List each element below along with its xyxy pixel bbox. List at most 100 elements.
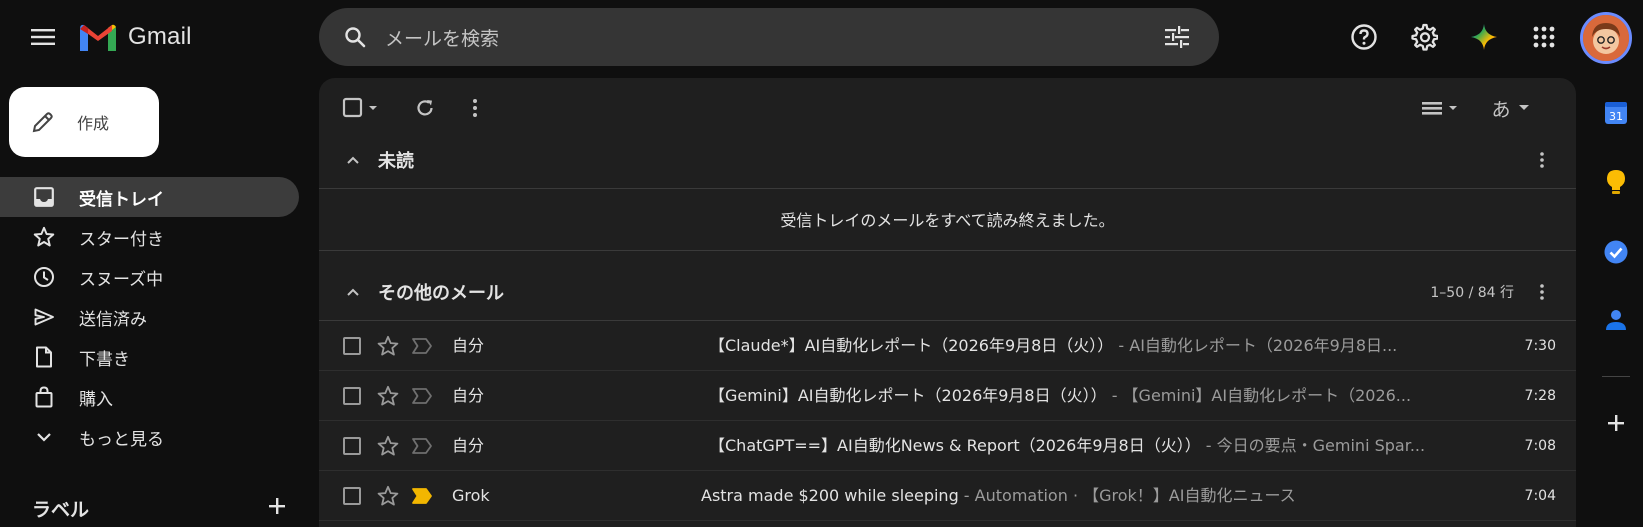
- email-time: 7:30: [1524, 338, 1556, 354]
- email-row[interactable]: 自分 【ChatGPT==】AI自動化News & Report（2026年9月…: [319, 421, 1576, 471]
- email-content: 【Claude*】AI自動化レポート（2026年9月8日（火）） - AI自動化…: [709, 321, 1439, 371]
- sidebar-item-purchases[interactable]: 購入: [0, 377, 300, 417]
- email-snippet: - 今日の要点・Gemini Spar...: [1200, 436, 1426, 455]
- chevron-up-icon[interactable]: [341, 148, 365, 172]
- main-menu-icon[interactable]: [26, 22, 60, 52]
- sidebar-item-label: 購入: [79, 389, 113, 410]
- sidebar-item-label: もっと見る: [79, 429, 164, 450]
- email-subject: 【Claude*】AI自動化レポート（2026年9月8日（火））: [709, 336, 1114, 355]
- email-content: Astra made $200 while sleeping - Automat…: [701, 471, 1431, 521]
- side-panel: 31: [1588, 78, 1643, 527]
- sidebar-item-snoozed[interactable]: スヌーズ中: [0, 257, 300, 297]
- email-sender: Grok: [452, 486, 490, 505]
- star-icon[interactable]: [376, 484, 400, 508]
- email-time: 7:04: [1524, 488, 1556, 504]
- email-time: 7:28: [1524, 388, 1556, 404]
- email-subject: Astra made $200 while sleeping: [701, 486, 959, 505]
- account-avatar[interactable]: [1580, 12, 1632, 64]
- importance-marker-icon[interactable]: [410, 435, 434, 457]
- pagination-count: 1–50 / 84 行: [1430, 285, 1514, 301]
- importance-marker-icon[interactable]: [410, 335, 434, 357]
- labels-heading: ラベル: [32, 499, 90, 521]
- refresh-icon[interactable]: [413, 96, 437, 120]
- chevron-up-icon[interactable]: [341, 280, 365, 304]
- row-checkbox[interactable]: [343, 337, 361, 355]
- email-row[interactable]: 自分 【Claude*】AI自動化レポート（2026年9月8日（火）） - AI…: [319, 321, 1576, 371]
- sidebar-item-more[interactable]: もっと見る: [0, 417, 300, 457]
- email-snippet: - 【Gemini】AI自動化レポート（2026...: [1106, 386, 1412, 405]
- keep-bulb-icon[interactable]: [1602, 168, 1630, 196]
- search-icon[interactable]: [341, 23, 369, 51]
- importance-marker-icon[interactable]: [410, 485, 434, 507]
- sidebar-item-label: 受信トレイ: [79, 189, 164, 210]
- draft-icon: [32, 345, 56, 369]
- search-bar[interactable]: メールを検索: [319, 8, 1219, 66]
- email-row[interactable]: Grok Astra made $200 while sleeping - Au…: [319, 471, 1576, 521]
- star-icon[interactable]: [376, 334, 400, 358]
- email-sender: 自分: [452, 336, 485, 355]
- row-checkbox[interactable]: [343, 487, 361, 505]
- sidebar-item-starred[interactable]: スター付き: [0, 217, 300, 257]
- sidebar-item-label: スヌーズ中: [79, 269, 164, 290]
- email-subject: 【ChatGPT==】AI自動化News & Report（2026年9月8日（…: [709, 436, 1201, 455]
- clock-icon: [32, 265, 56, 289]
- side-panel-divider: [1602, 376, 1630, 377]
- mail-toolbar: あ: [319, 78, 1576, 138]
- email-sender: 自分: [452, 436, 485, 455]
- search-input[interactable]: メールを検索: [385, 24, 1163, 51]
- email-sender: 自分: [452, 386, 485, 405]
- shopping-bag-icon: [32, 385, 56, 409]
- email-content: 【Gemini】AI自動化レポート（2026年9月8日（火）） - 【Gemin…: [709, 371, 1439, 421]
- star-icon[interactable]: [376, 434, 400, 458]
- gemini-sparkle-icon[interactable]: [1469, 22, 1499, 52]
- mail-list-panel: あ 未読 受信トレイのメールをすべて読み終えました。 その他のメール 1–50 …: [319, 78, 1576, 527]
- compose-label: 作成: [77, 114, 110, 133]
- sidebar-item-label: 下書き: [79, 349, 130, 370]
- app-name: Gmail: [128, 23, 192, 50]
- email-snippet: - Automation · 【Grok！】AI自動化ニュース: [958, 486, 1296, 505]
- row-checkbox[interactable]: [343, 387, 361, 405]
- send-icon: [32, 305, 56, 329]
- svg-text:31: 31: [1609, 110, 1623, 123]
- email-list: 自分 【Claude*】AI自動化レポート（2026年9月8日（火）） - AI…: [319, 321, 1576, 521]
- apps-grid-icon[interactable]: [1529, 22, 1559, 52]
- email-row[interactable]: 自分 【Gemini】AI自動化レポート（2026年9月8日（火）） - 【Ge…: [319, 371, 1576, 421]
- add-addon-icon[interactable]: [1602, 409, 1630, 437]
- top-bar: Gmail メールを検索: [0, 0, 1643, 74]
- contacts-icon[interactable]: [1602, 306, 1630, 334]
- more-options-icon[interactable]: [465, 96, 485, 120]
- email-content: 【ChatGPT==】AI自動化News & Report（2026年9月8日（…: [709, 421, 1439, 471]
- sidebar-item-sent[interactable]: 送信済み: [0, 297, 300, 337]
- sidebar-item-drafts[interactable]: 下書き: [0, 337, 300, 377]
- other-section-title: その他のメール: [378, 283, 504, 304]
- tasks-check-icon[interactable]: [1602, 238, 1630, 266]
- chevron-down-icon: [32, 425, 56, 449]
- unread-section-header[interactable]: 未読: [319, 134, 1576, 186]
- row-checkbox[interactable]: [343, 437, 361, 455]
- compose-button[interactable]: 作成: [9, 87, 159, 157]
- sidebar-nav: 受信トレイ スター付き スヌーズ中 送信済み 下書き 購入 もっと見る: [0, 177, 300, 457]
- all-read-message: 受信トレイのメールをすべて読み終えました。: [780, 211, 1115, 230]
- star-icon[interactable]: [376, 384, 400, 408]
- other-section-more-icon[interactable]: [1530, 280, 1554, 304]
- gmail-logo[interactable]: Gmail: [78, 20, 192, 54]
- sidebar-item-label: スター付き: [79, 229, 164, 250]
- sidebar-item-inbox[interactable]: 受信トレイ: [0, 177, 299, 217]
- help-icon[interactable]: [1349, 22, 1379, 52]
- add-label-icon[interactable]: [264, 493, 290, 519]
- divider: [319, 250, 1576, 251]
- email-subject: 【Gemini】AI自動化レポート（2026年9月8日（火））: [709, 386, 1107, 405]
- search-options-icon[interactable]: [1163, 23, 1191, 51]
- other-section-header[interactable]: その他のメール 1–50 / 84 行: [319, 266, 1576, 318]
- input-tools-label: あ: [1491, 98, 1511, 121]
- calendar-icon[interactable]: 31: [1602, 98, 1630, 126]
- gmail-logo-icon: [80, 24, 116, 51]
- unread-section-title: 未読: [378, 151, 414, 172]
- split-pane-toggle-icon[interactable]: [1419, 96, 1463, 120]
- email-snippet: - AI自動化レポート（2026年9月8日...: [1113, 336, 1398, 355]
- input-tools-dropdown[interactable]: あ: [1487, 96, 1537, 121]
- select-all-checkbox[interactable]: [341, 96, 381, 120]
- importance-marker-icon[interactable]: [410, 385, 434, 407]
- unread-section-more-icon[interactable]: [1530, 148, 1554, 172]
- settings-gear-icon[interactable]: [1409, 22, 1439, 52]
